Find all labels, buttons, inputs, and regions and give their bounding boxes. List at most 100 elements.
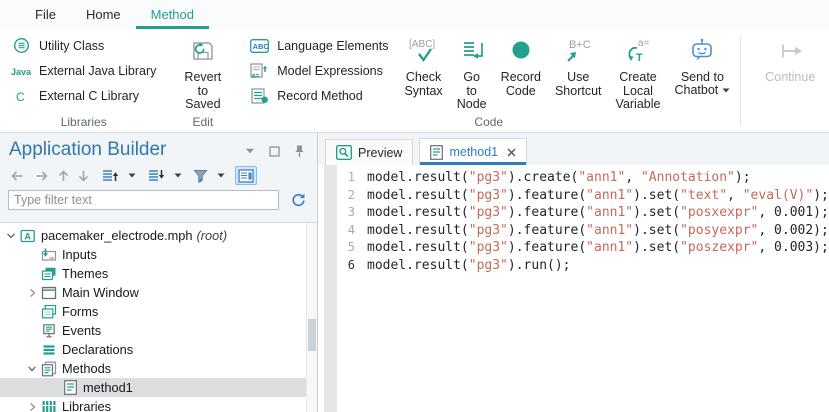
ribbon-tab-bar: File Home Method	[0, 0, 829, 29]
external-java-library-button[interactable]: Java External Java Library	[2, 58, 165, 83]
check-syntax-button[interactable]: [ABC] Check Syntax	[397, 31, 449, 114]
code-line[interactable]: 4model.result("pg3").feature("ann1").set…	[337, 222, 829, 240]
use-shortcut-label: Use Shortcut	[555, 71, 602, 98]
tab-method[interactable]: Method	[136, 0, 209, 29]
code-token: model.result(	[367, 223, 469, 238]
code-token: ).set(	[633, 223, 680, 238]
move-up-button[interactable]	[55, 166, 72, 185]
code-line[interactable]: 1model.result("pg3").create("ann1", "Ann…	[337, 169, 829, 187]
revert-to-saved-button[interactable]: Revert to Saved	[177, 31, 228, 112]
create-local-variable-icon: a=T	[621, 33, 655, 69]
code-token: "pg3"	[469, 258, 508, 273]
tree-item-main-window[interactable]: Main Window	[0, 283, 306, 302]
tree-container: Apacemaker_electrode.mph(root) Inputs Them…	[0, 222, 317, 412]
continue-label: Continue	[765, 71, 815, 85]
filter-menu-icon[interactable]	[215, 166, 227, 185]
tab-method1[interactable]: method1	[419, 138, 527, 165]
tree-item-label: pacemaker_electrode.mph	[41, 228, 193, 243]
filter-button[interactable]	[191, 166, 210, 185]
code-token: "ann1"	[586, 223, 633, 238]
use-shortcut-button[interactable]: B+C Use Shortcut	[548, 31, 609, 114]
create-local-variable-button[interactable]: a=T Create Local Variable	[609, 31, 668, 114]
use-shortcut-icon: B+C	[561, 33, 595, 69]
panel-header: Application Builder	[0, 133, 317, 161]
main-area: Application Builder Apacemaker_e	[0, 133, 829, 412]
svg-text:Java: Java	[11, 67, 32, 77]
external-c-library-button[interactable]: C External C Library	[2, 83, 165, 108]
code-line[interactable]: 5model.result("pg3").feature("ann1").set…	[337, 239, 829, 257]
tree-scrollbar-thumb[interactable]	[308, 319, 316, 351]
line-number: 3	[337, 204, 355, 222]
record-code-label: Record Code	[501, 71, 541, 98]
group-code: ABC Language Elements a= Model Expressio…	[240, 29, 737, 132]
revert-to-saved-icon	[188, 33, 218, 69]
tree-item-pacemaker-electrode-mph[interactable]: Apacemaker_electrode.mph(root)	[0, 226, 306, 245]
breakpoint-margin[interactable]	[324, 165, 337, 412]
code-token: );	[735, 170, 751, 185]
code-line[interactable]: 2model.result("pg3").feature("ann1").set…	[337, 187, 829, 205]
tree-item-events[interactable]: Events	[0, 321, 306, 340]
code-editor[interactable]: 1model.result("pg3").create("ann1", "Ann…	[318, 165, 829, 412]
tab-preview[interactable]: Preview	[325, 139, 413, 165]
tree-item-themes[interactable]: Themes	[0, 264, 306, 283]
nav-back-button[interactable]	[7, 166, 28, 185]
code-text: model.result("pg3").run();	[367, 257, 571, 275]
code-token: "pg3"	[469, 223, 508, 238]
code-token: "text"	[680, 188, 727, 203]
send-to-chatbot-button[interactable]: Send to Chatbot	[667, 31, 737, 114]
tree-item-label: Inputs	[62, 247, 97, 262]
chevron-right-icon[interactable]	[25, 288, 39, 298]
tree-item-forms[interactable]: Forms	[0, 302, 306, 321]
expand-all-button[interactable]	[145, 166, 167, 185]
svg-text:A: A	[24, 231, 31, 241]
tree-item-declarations[interactable]: Declarations	[0, 340, 306, 359]
expand-all-menu-icon[interactable]	[172, 166, 184, 185]
method-icon	[60, 380, 80, 395]
chevron-right-icon[interactable]	[25, 402, 39, 412]
nav-forward-button[interactable]	[31, 166, 52, 185]
tab-home[interactable]: Home	[71, 0, 136, 29]
code-line[interactable]: 6 model.result("pg3").run();	[337, 257, 829, 275]
panel-menu-chevron-icon[interactable]	[243, 142, 257, 161]
show-details-toggle[interactable]	[235, 166, 257, 185]
language-elements-button[interactable]: ABC Language Elements	[240, 33, 397, 58]
tree-item-method1[interactable]: method1	[0, 378, 306, 397]
refresh-icon[interactable]	[288, 191, 309, 210]
model-expressions-label: Model Expressions	[277, 64, 383, 78]
filter-input[interactable]	[8, 190, 279, 210]
tree-item-label: Events	[62, 323, 101, 338]
utility-class-button[interactable]: Utility Class	[2, 33, 165, 58]
tree-item-libraries[interactable]: Libraries	[0, 397, 306, 412]
move-down-button[interactable]	[75, 166, 92, 185]
code-line[interactable]: 3model.result("pg3").feature("ann1").set…	[337, 204, 829, 222]
record-code-button[interactable]: Record Code	[494, 31, 548, 114]
chevron-down-icon[interactable]	[4, 231, 18, 240]
model-expressions-button[interactable]: a= Model Expressions	[240, 58, 397, 83]
line-number: 2	[337, 187, 355, 205]
tree-item-methods[interactable]: Methods	[0, 359, 306, 378]
continue-button[interactable]: Continue	[758, 31, 822, 85]
code-token: "pg3"	[469, 188, 508, 203]
collapse-all-button[interactable]	[99, 166, 121, 185]
collapse-all-menu-icon[interactable]	[126, 166, 138, 185]
tree-item-inputs[interactable]: Inputs	[0, 245, 306, 264]
java-icon: Java	[11, 65, 32, 77]
svg-text:[ABC]: [ABC]	[409, 39, 435, 50]
tree-scrollbar[interactable]	[306, 223, 317, 412]
go-to-node-button[interactable]: Go to Node	[450, 31, 494, 114]
model-expressions-icon: a=	[249, 63, 270, 79]
code-token: model.result(	[367, 205, 469, 220]
tab-file[interactable]: File	[20, 0, 71, 29]
code-token: ).feature(	[508, 240, 586, 255]
panel-float-icon[interactable]	[267, 142, 282, 161]
line-number: 6	[337, 257, 355, 275]
panel-pin-icon[interactable]	[292, 142, 307, 161]
group-label-code: Code	[240, 115, 737, 129]
chevron-down-icon[interactable]	[25, 364, 39, 373]
code-text: model.result("pg3").feature("ann1").set(…	[367, 222, 829, 240]
code-token: ,	[727, 188, 743, 203]
close-icon[interactable]	[507, 148, 516, 157]
code-token: "eval(V)"	[743, 188, 813, 203]
record-method-button[interactable]: Record Method	[240, 83, 397, 108]
code-token: , 0.003);	[758, 240, 828, 255]
